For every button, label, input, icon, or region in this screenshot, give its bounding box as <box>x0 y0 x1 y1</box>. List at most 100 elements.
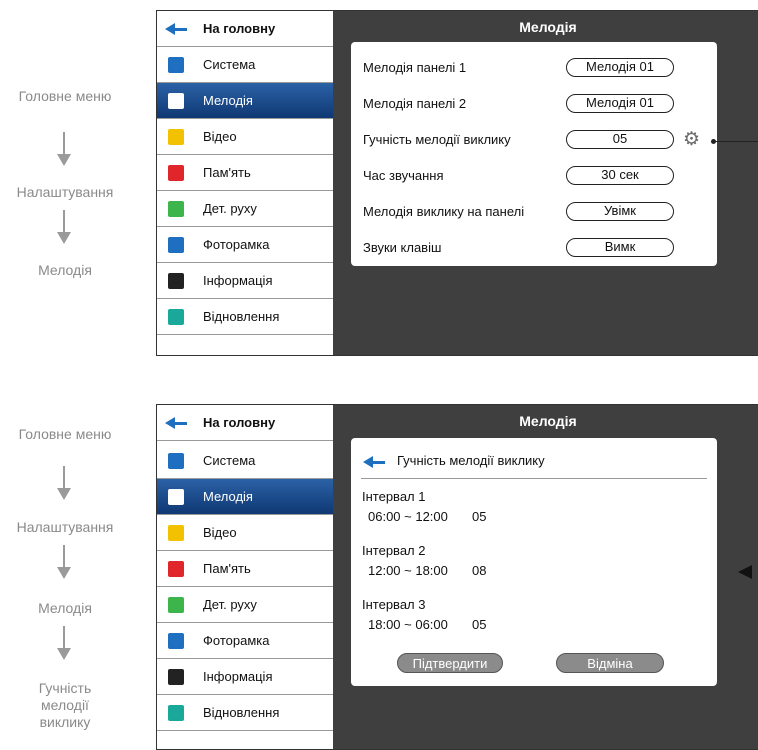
interval-value[interactable]: 05 <box>472 617 486 632</box>
menu-item-label: Відео <box>203 525 237 540</box>
volume-card: Гучність мелодії виклику Інтервал 1 06:0… <box>351 438 717 686</box>
gear-icon <box>168 57 184 73</box>
menu-item-restore[interactable]: Відновлення <box>157 695 333 731</box>
settings-screen-top: На головну Система Мелодія Відео Пам'ять… <box>156 10 758 356</box>
motion-icon <box>168 201 184 217</box>
menu-item-label: Інформація <box>203 273 273 288</box>
restore-icon <box>168 705 184 721</box>
motion-icon <box>168 597 184 613</box>
settings-row[interactable]: Мелодія виклику на панелі Увімк <box>363 194 703 230</box>
settings-screen-bottom: На головну Система Мелодія Відео Пам'ять… <box>156 404 758 750</box>
row-label: Мелодія панелі 1 <box>363 60 467 75</box>
flow-step: Гучність мелодії виклику <box>38 680 92 730</box>
arrow-down-icon <box>57 626 71 660</box>
menu-item-restore[interactable]: Відновлення <box>157 299 333 335</box>
settings-row[interactable]: Гучність мелодії виклику 05 ⚙ <box>363 122 703 158</box>
menu-item-label: Дет. руху <box>203 201 257 216</box>
menu-item-home[interactable]: На головну <box>157 405 333 441</box>
menu-item-photoframe[interactable]: Фоторамка <box>157 227 333 263</box>
menu-item-label: Відео <box>203 129 237 144</box>
flow-step: Налаштування <box>16 519 114 535</box>
menu-item-info[interactable]: Інформація <box>157 263 333 299</box>
interval-name: Інтервал 3 <box>362 597 426 612</box>
menu-item-label: Дет. руху <box>203 597 257 612</box>
value-selector[interactable]: Мелодія 01 <box>566 58 674 77</box>
value-selector[interactable]: 30 сек <box>566 166 674 185</box>
settings-row[interactable]: Звуки клавіш Вимк <box>363 230 703 266</box>
menu-item-memory[interactable]: Пам'ять <box>157 551 333 587</box>
menu-item-label: Фоторамка <box>203 633 270 648</box>
back-arrow-icon <box>165 23 187 35</box>
flow-step: Головне меню <box>18 426 112 442</box>
phone-icon <box>168 489 184 505</box>
interval-value[interactable]: 08 <box>472 563 486 578</box>
info-icon <box>168 273 184 289</box>
value-selector[interactable]: Мелодія 01 <box>566 94 674 113</box>
menu-item-system[interactable]: Система <box>157 47 333 83</box>
interval-name: Інтервал 1 <box>362 489 426 504</box>
menu-item-label: Відновлення <box>203 705 280 720</box>
menu-item-label: Відновлення <box>203 309 280 324</box>
value-selector[interactable]: 05 <box>566 130 674 149</box>
flow-step: Мелодія <box>38 600 92 616</box>
row-label: Час звучання <box>363 168 444 183</box>
phone-icon <box>168 93 184 109</box>
menu-item-label: Мелодія <box>203 93 253 108</box>
menu-item-video[interactable]: Відео <box>157 515 333 551</box>
interval-row[interactable]: Інтервал 1 06:00 ~ 12:00 05 <box>362 489 486 524</box>
pointer-line <box>713 141 758 142</box>
pointer-arrow-icon <box>738 565 752 579</box>
content-panel: Мелодія Гучність мелодії виклику Інтерва… <box>333 405 758 749</box>
info-icon <box>168 669 184 685</box>
confirm-button[interactable]: Підтвердити <box>397 653 503 673</box>
menu-item-label: Пам'ять <box>203 165 251 180</box>
interval-row[interactable]: Інтервал 3 18:00 ~ 06:00 05 <box>362 597 486 632</box>
memory-icon <box>168 561 184 577</box>
photo-icon <box>168 237 184 253</box>
menu-item-motion[interactable]: Дет. руху <box>157 191 333 227</box>
menu-item-photoframe[interactable]: Фоторамка <box>157 623 333 659</box>
settings-row[interactable]: Мелодія панелі 2 Мелодія 01 <box>363 86 703 122</box>
gear-icon[interactable]: ⚙ <box>683 130 703 150</box>
arrow-down-icon <box>57 545 71 579</box>
menu-item-home[interactable]: На головну <box>157 11 333 47</box>
menu-item-melody[interactable]: Мелодія <box>157 479 333 515</box>
row-label: Мелодія виклику на панелі <box>363 204 525 219</box>
menu-item-melody[interactable]: Мелодія <box>157 83 333 119</box>
play-icon <box>168 129 184 145</box>
sidebar-menu: На головну Система Мелодія Відео Пам'ять… <box>157 405 333 749</box>
interval-time: 06:00 ~ 12:00 <box>368 509 448 524</box>
settings-row[interactable]: Мелодія панелі 1 Мелодія 01 <box>363 50 703 86</box>
settings-row[interactable]: Час звучання 30 сек <box>363 158 703 194</box>
arrow-down-icon <box>57 466 71 500</box>
sub-header-title: Гучність мелодії виклику <box>397 453 545 468</box>
settings-card: Мелодія панелі 1 Мелодія 01 Мелодія пане… <box>351 42 717 266</box>
row-label: Гучність мелодії виклику <box>363 132 511 147</box>
play-icon <box>168 525 184 541</box>
menu-item-label: На головну <box>203 415 276 430</box>
cancel-button[interactable]: Відміна <box>556 653 664 673</box>
page-title: Мелодія <box>519 413 577 429</box>
content-panel: Мелодія Мелодія панелі 1 Мелодія 01 Мело… <box>333 11 758 355</box>
page-title: Мелодія <box>519 19 577 35</box>
interval-row[interactable]: Інтервал 2 12:00 ~ 18:00 08 <box>362 543 486 578</box>
interval-value[interactable]: 05 <box>472 509 486 524</box>
back-arrow-icon[interactable] <box>363 456 385 468</box>
menu-item-system[interactable]: Система <box>157 443 333 479</box>
menu-item-label: Система <box>203 453 256 468</box>
gear-icon <box>168 453 184 469</box>
menu-item-memory[interactable]: Пам'ять <box>157 155 333 191</box>
menu-item-label: Пам'ять <box>203 561 251 576</box>
value-selector[interactable]: Увімк <box>566 202 674 221</box>
menu-item-video[interactable]: Відео <box>157 119 333 155</box>
menu-item-label: Мелодія <box>203 489 253 504</box>
interval-name: Інтервал 2 <box>362 543 426 558</box>
interval-time: 18:00 ~ 06:00 <box>368 617 448 632</box>
menu-item-label: На головну <box>203 21 276 36</box>
photo-icon <box>168 633 184 649</box>
value-selector[interactable]: Вимк <box>566 238 674 257</box>
row-label: Звуки клавіш <box>363 240 442 255</box>
sidebar-menu: На головну Система Мелодія Відео Пам'ять… <box>157 11 333 355</box>
menu-item-info[interactable]: Інформація <box>157 659 333 695</box>
menu-item-motion[interactable]: Дет. руху <box>157 587 333 623</box>
